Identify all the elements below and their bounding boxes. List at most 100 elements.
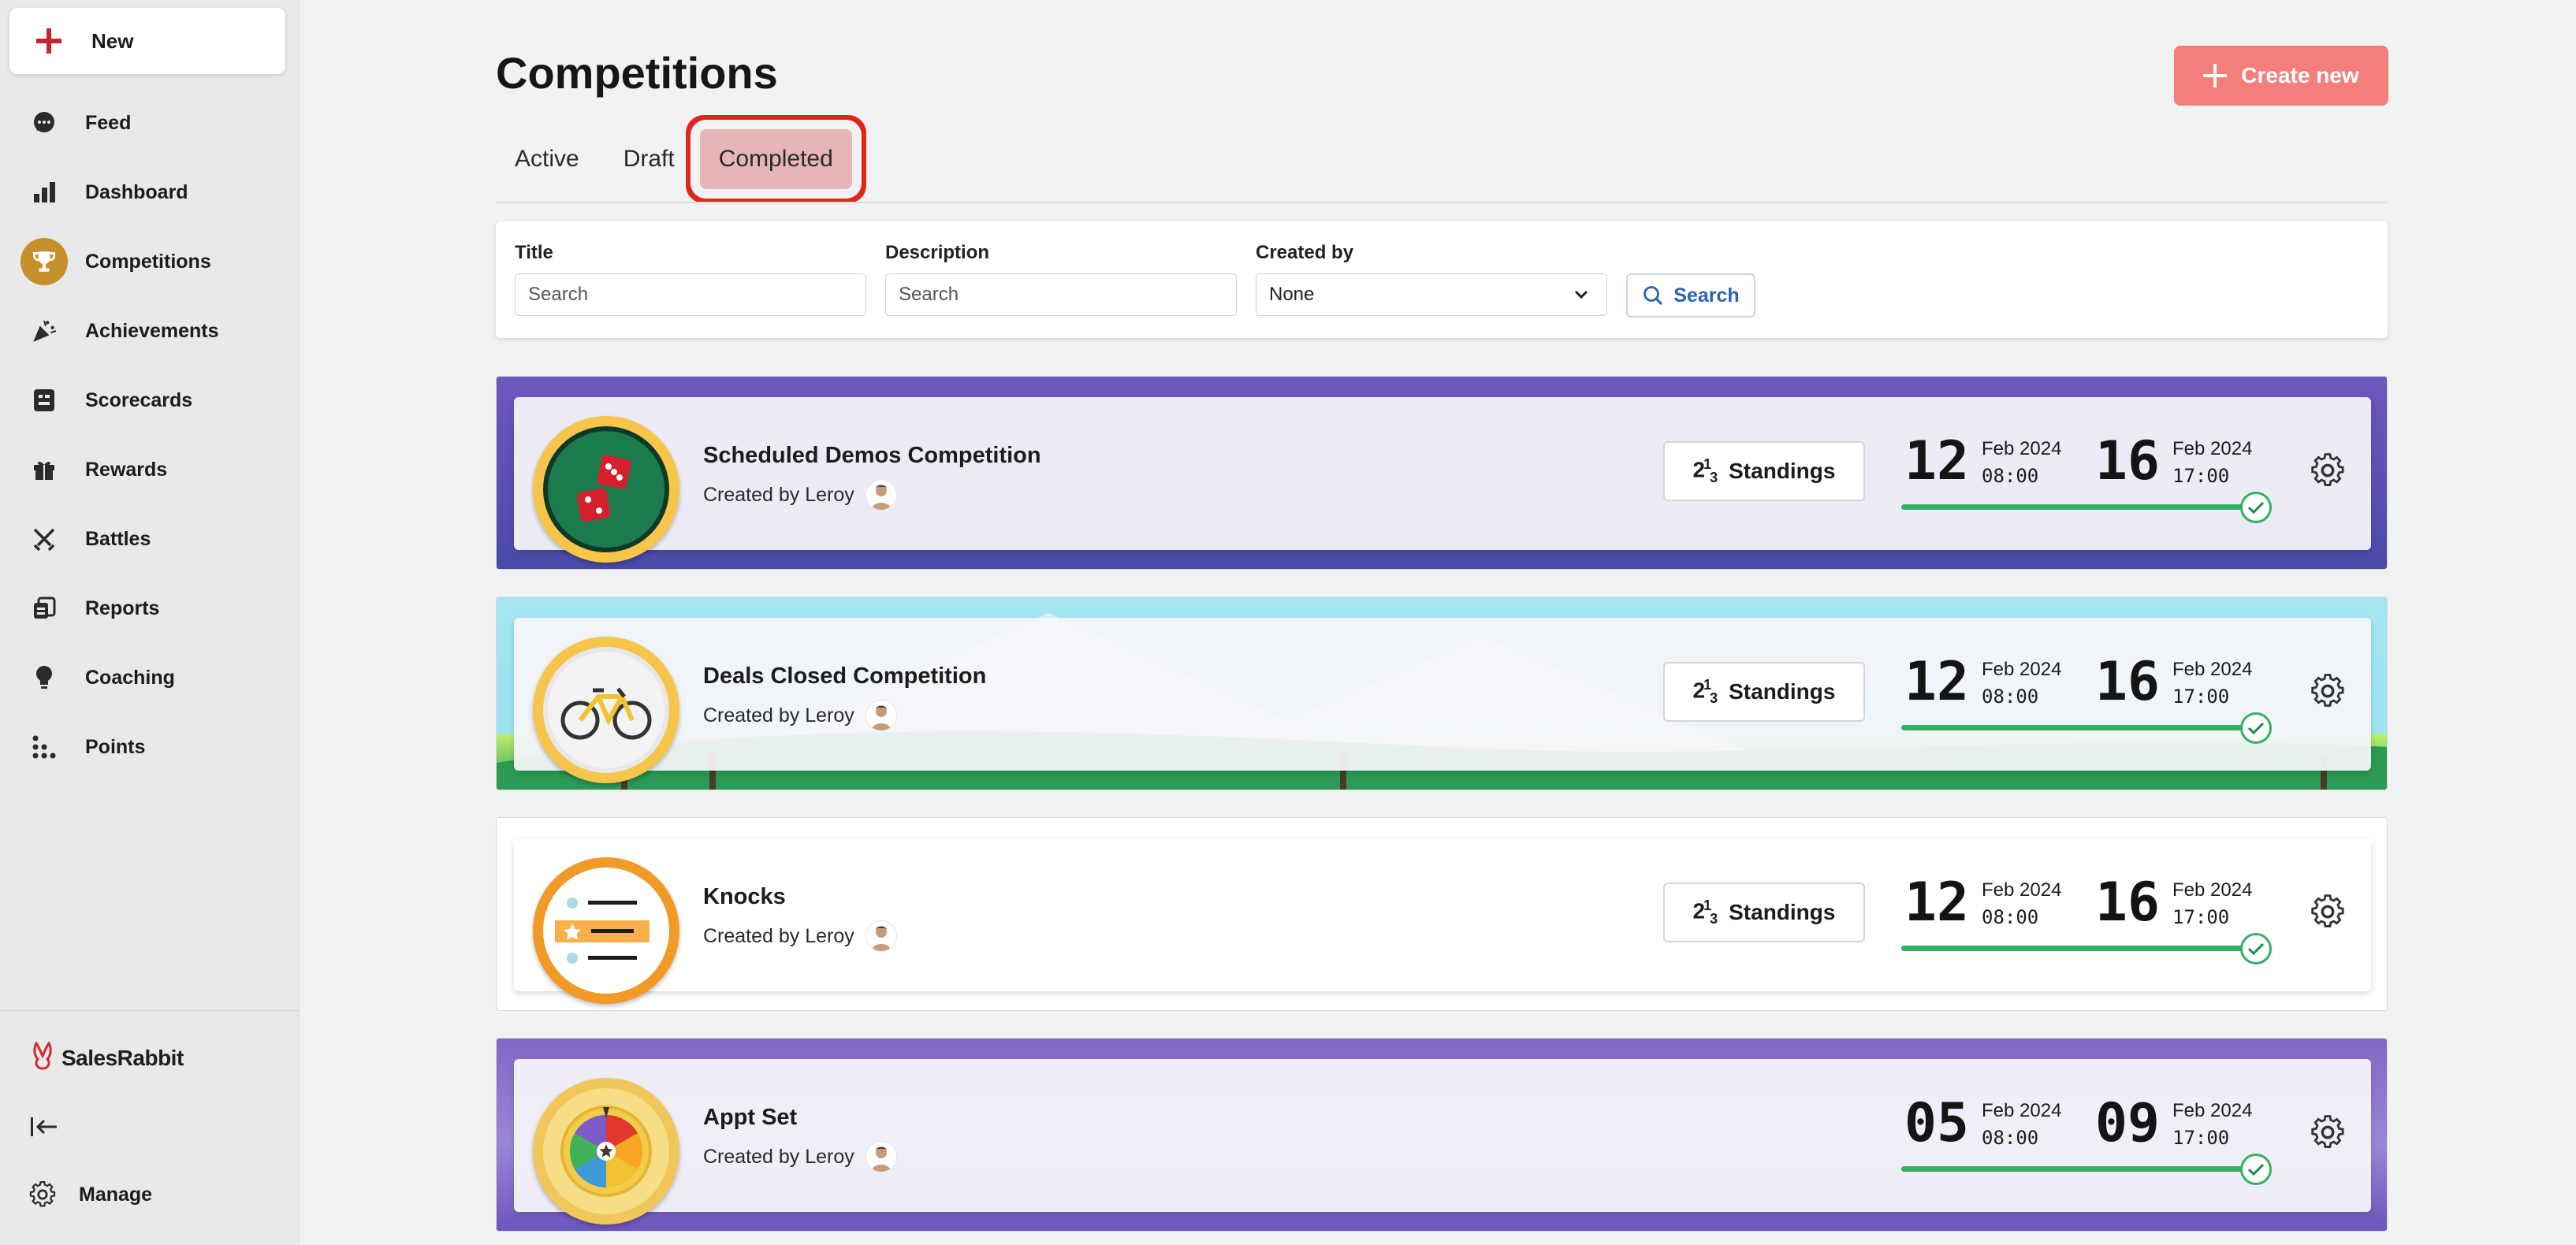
collapse-sidebar-button[interactable] [28,1111,60,1143]
title-search-input[interactable] [515,273,866,316]
competition-creator: Created by Leroy [703,479,897,511]
created-by-text: Created by Leroy [703,483,854,506]
description-filter-label: Description [885,242,990,263]
sidebar-item-label: Coaching [85,666,175,689]
sidebar-item-label: Achievements [85,319,219,342]
page-title: Competitions [496,48,778,98]
collapse-arrow-icon [31,1117,57,1136]
manage-button[interactable]: Manage [28,1180,152,1209]
competition-card-body: Knocks Created by Leroy 213 Standings 12… [514,838,2371,1004]
competition-creator: Created by Leroy [703,1141,897,1173]
progress-bar [1901,725,2254,730]
plus-icon [2203,64,2228,87]
created-by-text: Created by Leroy [703,704,854,727]
start-day: 12 [1904,872,1969,934]
sidebar: New Feed Dashboard Competitions Achievem… [0,0,300,1245]
competition-card[interactable]: Knocks Created by Leroy 213 Standings 12… [496,817,2388,1011]
progress-bar [1901,504,2254,510]
start-month: Feb 2024 [1982,879,2062,901]
title-filter-label: Title [515,242,553,263]
competition-creator: Created by Leroy [703,700,897,731]
sidebar-item-scorecards[interactable]: Scorecards [0,366,300,435]
dice-icon [543,426,669,552]
sidebar-item-points[interactable]: Points [0,712,300,782]
check-icon [2240,1154,2272,1185]
ranking-icon: 213 [1692,677,1718,706]
competition-title: Knocks [703,884,786,909]
competition-badge [533,416,679,563]
check-icon [2240,492,2272,523]
settings-gear-icon[interactable] [2310,452,2346,489]
star-list-icon [543,868,669,994]
standings-button[interactable]: 213 Standings [1663,441,1865,501]
sidebar-item-dashboard[interactable]: Dashboard [0,158,300,227]
ranking-icon: 213 [1692,456,1718,485]
competition-title: Deals Closed Competition [703,663,987,689]
search-button[interactable]: Search [1626,273,1755,318]
created-by-filter: Created by None [1256,242,1607,316]
end-month: Feb 2024 [2172,659,2253,680]
sidebar-item-label: Competitions [85,250,211,273]
check-icon [2240,933,2272,964]
brand-name: SalesRabbit [61,1045,184,1070]
settings-gear-icon[interactable] [2310,894,2346,930]
end-month: Feb 2024 [2172,438,2253,459]
competition-card-body: Deals Closed Competition Created by Lero… [514,618,2371,783]
competition-title: Scheduled Demos Competition [703,443,1041,468]
lightbulb-icon [20,654,68,701]
chevron-down-icon [1574,290,1588,299]
sidebar-item-label: Dashboard [85,180,188,203]
gift-icon [20,446,68,493]
sidebar-item-label: Rewards [85,458,168,481]
start-time: 08:00 [1982,686,2039,708]
search-icon [1644,286,1663,306]
sidebar-item-battles[interactable]: Battles [0,504,300,574]
end-time: 17:00 [2172,906,2230,928]
create-new-label: Create new [2241,63,2359,87]
standings-label: Standings [1729,679,1836,704]
sidebar-item-reports[interactable]: Reports [0,574,300,643]
end-time: 17:00 [2172,1127,2230,1149]
prize-wheel-icon [543,1088,669,1214]
end-day: 16 [2095,430,2160,492]
ranking-icon: 213 [1692,898,1718,927]
avatar [865,479,897,511]
end-month: Feb 2024 [2172,1100,2253,1121]
competition-badge [533,1078,679,1225]
sidebar-item-label: Feed [85,111,132,134]
gear-icon [29,1180,56,1207]
new-button[interactable]: New [9,8,285,74]
sidebar-item-rewards[interactable]: Rewards [0,435,300,504]
tab-completed[interactable]: Completed [699,129,852,189]
created-by-select[interactable]: None [1256,273,1607,316]
sidebar-item-label: Scorecards [85,388,193,411]
sidebar-divider [0,1010,300,1011]
sidebar-item-feed[interactable]: Feed [0,88,300,158]
competition-card[interactable]: Appt Set Created by Leroy 05 Feb 2024 08… [496,1038,2388,1232]
settings-gear-icon[interactable] [2310,1114,2346,1150]
tab-draft[interactable]: Draft [605,129,694,189]
bar-chart-icon [20,169,68,216]
start-day: 12 [1904,430,1969,492]
avatar [865,700,897,731]
competition-card[interactable]: Scheduled Demos Competition Created by L… [496,376,2388,570]
tab-active[interactable]: Active [496,129,598,189]
manage-label: Manage [79,1183,153,1206]
plus-icon [36,28,61,54]
sidebar-item-achievements[interactable]: Achievements [0,296,300,366]
standings-button[interactable]: 213 Standings [1663,883,1865,942]
sidebar-item-competitions[interactable]: Competitions [0,227,300,296]
check-icon [2240,712,2272,744]
title-filter: Title [515,242,866,316]
competition-card[interactable]: Deals Closed Competition Created by Lero… [496,596,2388,790]
create-new-button[interactable]: Create new [2174,46,2388,106]
description-search-input[interactable] [885,273,1237,316]
end-time: 17:00 [2172,686,2230,708]
standings-button[interactable]: 213 Standings [1663,662,1865,722]
created-by-filter-label: Created by [1256,242,1354,263]
start-month: Feb 2024 [1982,1100,2062,1121]
sidebar-item-coaching[interactable]: Coaching [0,643,300,712]
created-by-text: Created by Leroy [703,924,854,947]
settings-gear-icon[interactable] [2310,673,2346,709]
new-button-label: New [91,28,134,53]
